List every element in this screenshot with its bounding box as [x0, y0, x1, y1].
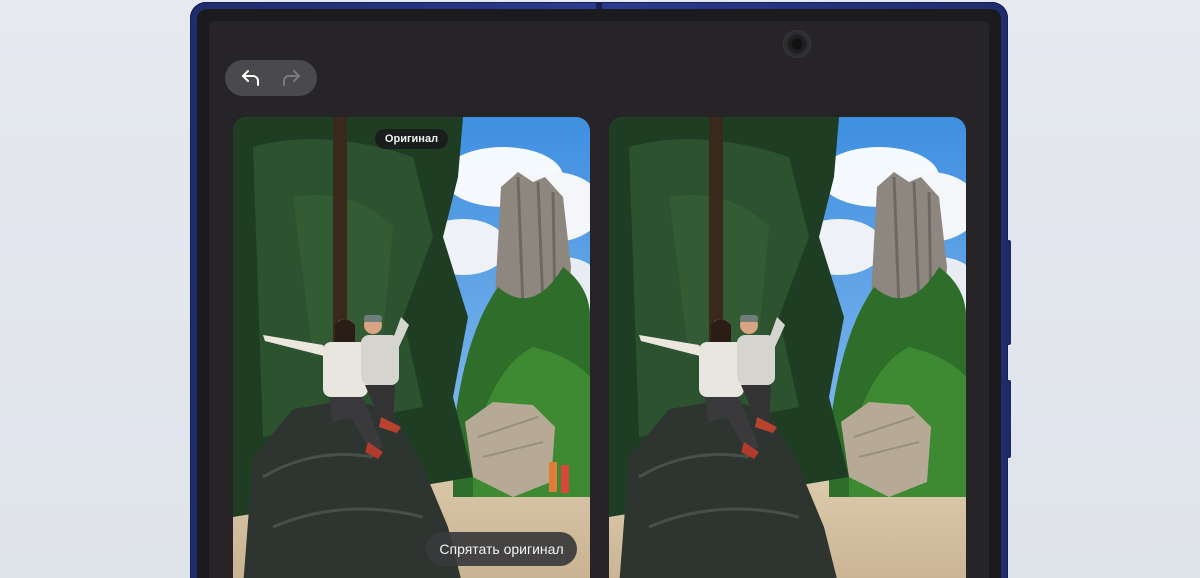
volume-button	[1006, 240, 1011, 345]
undo-arrow-icon	[242, 70, 259, 86]
redo-arrow-icon	[283, 70, 300, 86]
undo-redo-toolbar	[225, 60, 317, 96]
page-background: Оригинал Спрятать оригинал	[0, 0, 1200, 578]
original-badge: Оригинал	[375, 129, 448, 149]
power-button	[1006, 380, 1011, 458]
original-photo[interactable]	[233, 117, 590, 578]
undo-button[interactable]	[235, 62, 267, 94]
front-camera	[784, 31, 810, 57]
hide-original-button[interactable]: Спрятать оригинал	[426, 532, 577, 566]
edited-photo[interactable]	[609, 117, 966, 578]
redo-button[interactable]	[275, 62, 307, 94]
